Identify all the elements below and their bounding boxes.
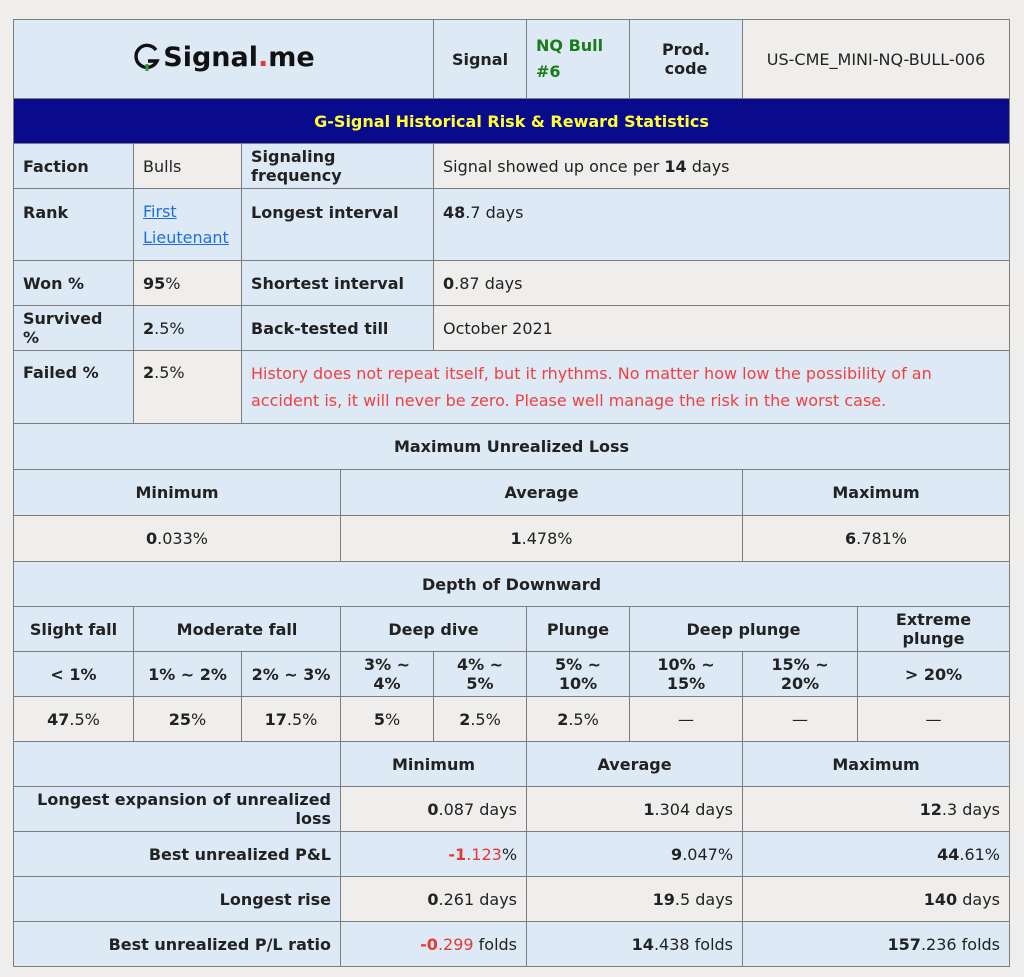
stats-card: Signal. me Signal NQ Bull #6 Prod. code US… [12,19,1011,967]
perf-max-value: 157.236 folds [742,921,1011,967]
backtest-label: Back-tested till [240,305,435,351]
perf-corner [13,741,341,787]
depth-range: 4% ~ 5% [433,651,528,697]
page-title: G-Signal Historical Risk & Reward Statis… [12,98,1011,144]
perf-row-label: Best unrealized P&L [13,831,341,877]
g-logo-icon [132,42,162,72]
depth-range: 1% ~ 2% [133,651,242,697]
depth-group-deep-plunge: Deep plunge [629,606,859,652]
depth-group-plunge: Plunge [526,606,631,652]
stats-table: Signal. me Signal NQ Bull #6 Prod. code US… [12,19,1011,967]
depth-group-slight-fall: Slight fall [13,606,134,652]
depth-value: — [857,696,1011,742]
logo-cell: Signal. me [12,19,435,99]
won-value: 95% [133,260,242,306]
perf-min-value: 0.087 days [339,786,528,832]
depth-range: > 20% [857,651,1011,697]
depth-value: 5% [339,696,435,742]
perf-max-value: 44.61% [742,831,1011,877]
mul-min-value: 0.033% [13,515,341,562]
perf-avg-value: 1.304 days [526,786,744,832]
longest-interval-value: 48.7 days [433,188,1011,261]
mul-max-value: 6.781% [742,515,1011,562]
perf-avg-value: 9.047% [526,831,744,877]
perf-row-label: Longest rise [13,876,341,922]
rank-link[interactable]: First Lieutenant [143,202,229,247]
logo-suffix: me [268,41,315,73]
logo-dot: . [258,41,269,73]
mul-avg-value: 1.478% [339,515,744,562]
depth-range: 5% ~ 10% [526,651,631,697]
won-label: Won % [13,260,134,306]
mul-title: Maximum Unrealized Loss [12,423,1011,470]
mul-min-header: Minimum [13,469,341,516]
signal-label: Signal [433,19,528,99]
faction-value: Bulls [133,143,242,189]
perf-avg-header: Average [526,741,744,787]
depth-group-deep-dive: Deep dive [339,606,528,652]
failed-value: 2.5% [133,350,242,424]
mul-max-header: Maximum [742,469,1011,516]
depth-value: 2.5% [433,696,528,742]
shortest-interval-label: Shortest interval [240,260,435,306]
depth-value: — [629,696,744,742]
backtest-value: October 2021 [433,305,1011,351]
depth-range: 10% ~ 15% [629,651,744,697]
perf-min-value: -0.299 folds [339,921,528,967]
depth-range: 3% ~ 4% [339,651,435,697]
perf-max-value: 140 days [742,876,1011,922]
rank-value: First Lieutenant [133,188,242,261]
depth-value: 2.5% [526,696,631,742]
perf-avg-value: 19.5 days [526,876,744,922]
shortest-interval-value: 0.87 days [433,260,1011,306]
rank-label: Rank [13,188,134,261]
logo-text: Signal [163,41,259,73]
prod-code-value: US-CME_MINI-NQ-BULL-006 [742,19,1011,99]
mul-avg-header: Average [339,469,744,516]
depth-title: Depth of Downward [12,561,1011,607]
failed-label: Failed % [13,350,134,424]
depth-group-moderate-fall: Moderate fall [133,606,341,652]
depth-value: 25% [133,696,242,742]
frequency-label: Signaling frequency [240,143,435,189]
perf-min-header: Minimum [339,741,528,787]
perf-max-header: Maximum [742,741,1011,787]
survived-value: 2.5% [133,305,242,351]
depth-value: 47.5% [13,696,134,742]
perf-min-value: -1.123% [339,831,528,877]
prod-code-label: Prod. code [629,19,744,99]
depth-group-extreme-plunge: Extreme plunge [857,606,1011,652]
perf-row-label: Longest expansion of unrealized loss [13,786,341,832]
longest-interval-label: Longest interval [240,188,435,261]
signal-name: NQ Bull #6 [526,19,631,99]
depth-range: 2% ~ 3% [241,651,341,697]
gsignal-logo[interactable]: Signal. me [132,41,315,73]
depth-range: 15% ~ 20% [742,651,859,697]
perf-min-value: 0.261 days [339,876,528,922]
depth-range: < 1% [13,651,134,697]
survived-label: Survived % [13,305,134,351]
frequency-value: Signal showed up once per 14 days [433,143,1011,189]
depth-value: — [742,696,859,742]
faction-label: Faction [13,143,134,189]
depth-value: 17.5% [241,696,341,742]
risk-disclaimer: History does not repeat itself, but it r… [240,350,1011,424]
perf-row-label: Best unrealized P/L ratio [13,921,341,967]
perf-max-value: 12.3 days [742,786,1011,832]
perf-avg-value: 14.438 folds [526,921,744,967]
